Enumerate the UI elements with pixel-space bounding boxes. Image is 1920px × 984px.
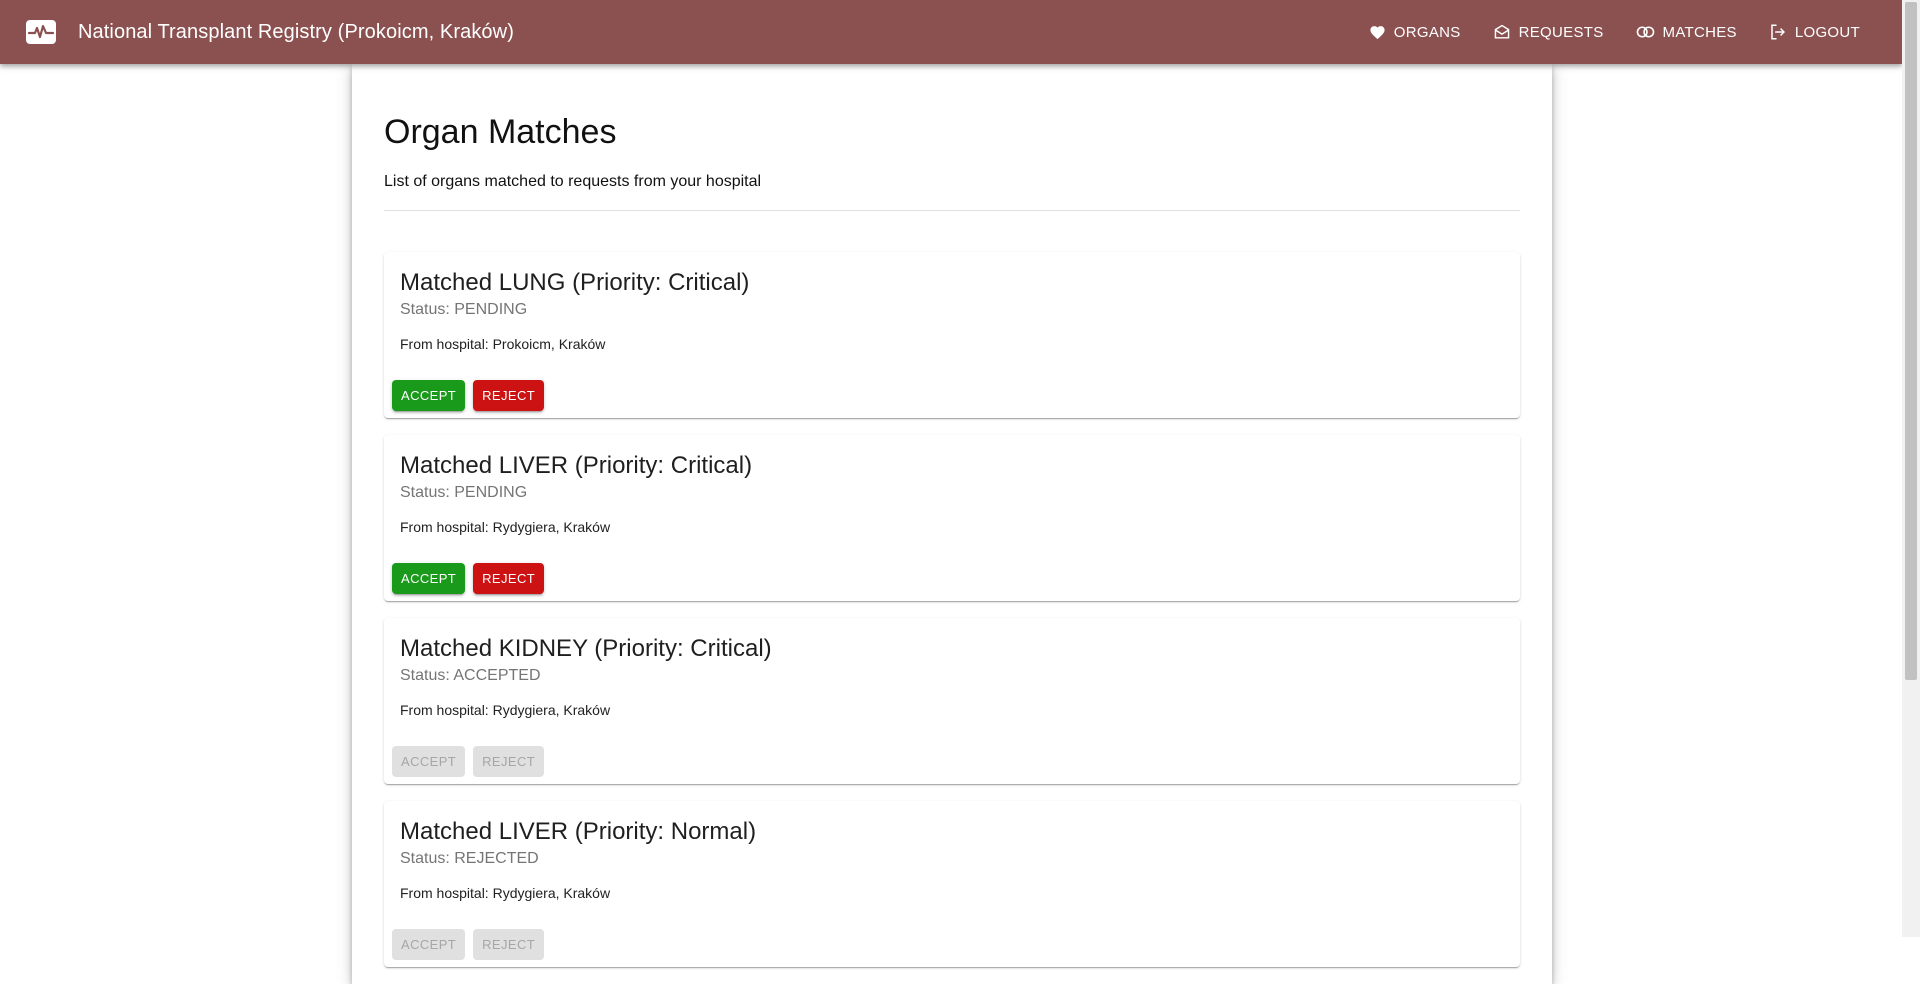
accept-button[interactable]: ACCEPT — [392, 563, 466, 594]
match-card: Matched LUNG (Priority: Critical) Status… — [384, 252, 1520, 418]
match-actions: ACCEPT REJECT — [392, 563, 552, 594]
matches-icon — [1636, 26, 1654, 38]
match-actions: ACCEPT REJECT — [392, 380, 552, 411]
match-status: Status: REJECTED — [400, 850, 539, 867]
match-title: Matched LUNG (Priority: Critical) — [400, 269, 750, 296]
match-title: Matched LIVER (Priority: Critical) — [400, 452, 753, 479]
accept-button[interactable]: ACCEPT — [392, 380, 466, 411]
match-title: Matched KIDNEY (Priority: Critical) — [400, 635, 772, 662]
reject-button[interactable]: REJECT — [473, 563, 545, 594]
heart-monitor-icon[interactable] — [26, 20, 56, 44]
nav-organs-label: ORGANS — [1393, 23, 1461, 41]
match-card: Matched KIDNEY (Priority: Critical) Stat… — [384, 618, 1520, 784]
match-actions: ACCEPT REJECT — [392, 746, 552, 777]
match-hospital: From hospital: Prokoicm, Kraków — [400, 336, 606, 352]
reject-button[interactable]: REJECT — [473, 380, 545, 411]
reject-button: REJECT — [473, 929, 545, 960]
page-title: Organ Matches — [384, 113, 617, 151]
nav-matches-label: MATCHES — [1662, 23, 1737, 41]
main-content: Organ Matches List of organs matched to … — [352, 64, 1552, 984]
nav-requests-button[interactable]: REQUESTS — [1481, 14, 1616, 50]
reject-button: REJECT — [473, 746, 545, 777]
match-title: Matched LIVER (Priority: Normal) — [400, 818, 757, 845]
scrollbar-thumb[interactable] — [1905, 2, 1917, 680]
match-status: Status: ACCEPTED — [400, 667, 541, 684]
nav-logout-button[interactable]: LOGOUT — [1757, 14, 1872, 50]
match-list: Matched LUNG (Priority: Critical) Status… — [384, 252, 1520, 984]
divider — [384, 210, 1520, 211]
app-title: National Transplant Registry (Prokoicm, … — [78, 21, 514, 43]
open-mail-icon — [1494, 24, 1509, 39]
match-hospital: From hospital: Rydygiera, Kraków — [400, 885, 611, 901]
match-actions: ACCEPT REJECT — [392, 929, 552, 960]
match-card: Matched LIVER (Priority: Critical) Statu… — [384, 435, 1520, 601]
match-status: Status: PENDING — [400, 484, 528, 501]
nav-organs-button[interactable]: ORGANS — [1357, 14, 1473, 50]
nav-matches-button[interactable]: MATCHES — [1624, 14, 1749, 50]
accept-button: ACCEPT — [392, 746, 466, 777]
page-subtitle: List of organs matched to requests from … — [384, 173, 762, 190]
nav-logout-label: LOGOUT — [1794, 23, 1860, 41]
nav-requests-label: REQUESTS — [1518, 23, 1604, 41]
match-card: Matched LIVER (Priority: Normal) Status:… — [384, 801, 1520, 967]
match-status: Status: PENDING — [400, 301, 528, 318]
page-scrollbar[interactable] — [1902, 0, 1920, 937]
match-hospital: From hospital: Rydygiera, Kraków — [400, 519, 611, 535]
match-hospital: From hospital: Rydygiera, Kraków — [400, 702, 611, 718]
heart-icon — [1370, 26, 1385, 40]
top-nav: ORGANS REQUESTS MATCHES LOGOUT — [1349, 0, 1872, 64]
logout-icon — [1771, 24, 1785, 40]
app-bar: National Transplant Registry (Prokoicm, … — [0, 0, 1902, 64]
accept-button: ACCEPT — [392, 929, 466, 960]
